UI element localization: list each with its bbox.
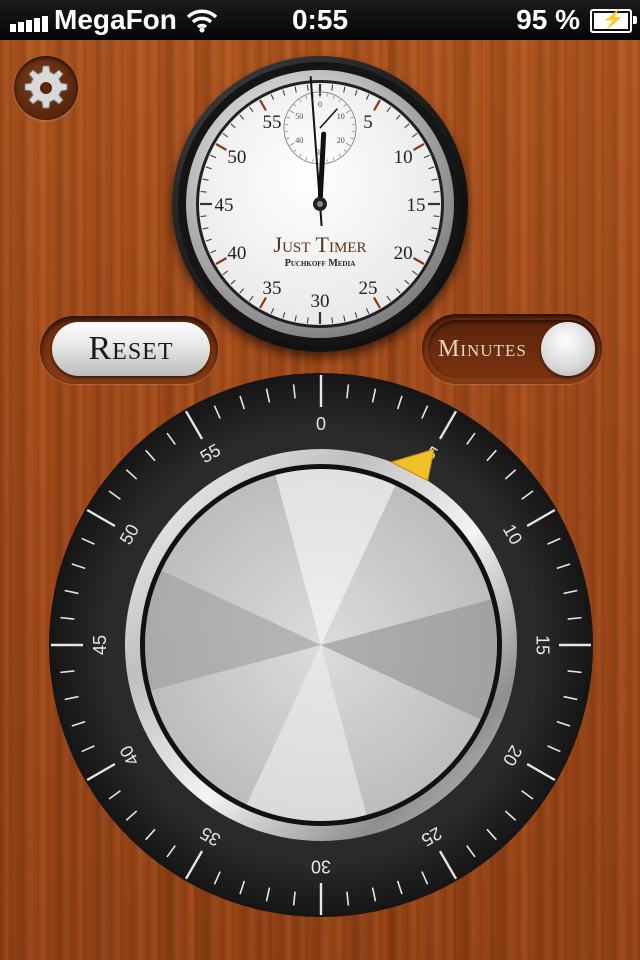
stopwatch-tick — [433, 190, 440, 193]
reset-button[interactable]: Reset — [52, 322, 210, 376]
battery-charging-icon: ⚡ — [590, 9, 637, 33]
stopwatch-label: 55 — [263, 112, 282, 133]
gear-icon — [24, 65, 68, 109]
stopwatch-label: 50 — [227, 147, 246, 168]
dial-label: 45 — [90, 635, 110, 655]
stopwatch-label: 40 — [227, 243, 246, 264]
stopwatch-label: 35 — [263, 278, 282, 299]
stopwatch-hub-cap — [317, 201, 323, 207]
stopwatch-sublabel: 0 — [318, 100, 322, 109]
minutes-toggle-knob[interactable] — [541, 322, 595, 376]
timer-dial[interactable]: 0510152025303540455055 — [47, 371, 595, 919]
stopwatch-brand: Just Timer — [274, 232, 367, 257]
stopwatch-label: 45 — [215, 195, 234, 216]
settings-button[interactable] — [14, 56, 78, 120]
stopwatch-label: 30 — [311, 291, 330, 312]
stopwatch-label: 15 — [407, 195, 426, 216]
dial-label: 0 — [316, 414, 326, 434]
stopwatch-label: 25 — [359, 278, 378, 299]
stopwatch-tick — [200, 190, 207, 193]
stopwatch-label: 10 — [394, 147, 413, 168]
stopwatch-label: 20 — [394, 243, 413, 264]
stopwatch-tick — [306, 84, 309, 91]
stopwatch-maker: Puchkoff Media — [285, 258, 356, 269]
stopwatch: 55 5 50 10 45 15 40 20 35 25 30 50 0 10 40 20 30 Just T… — [172, 56, 468, 352]
stopwatch-tick — [331, 317, 334, 324]
dial-label: 15 — [532, 635, 552, 655]
minutes-toggle-label: Minutes — [438, 336, 527, 362]
status-bar: MegaFon 0:55 95 % ⚡ — [0, 0, 640, 40]
dial-label: 30 — [311, 856, 331, 876]
stopwatch-sublabel: 50 — [295, 112, 303, 121]
stopwatch-sublabel: 20 — [337, 136, 345, 145]
stopwatch-tick — [433, 215, 440, 218]
battery-percent: 95 % — [516, 4, 580, 35]
stopwatch-tick — [306, 317, 309, 324]
stopwatch-sublabel: 10 — [337, 112, 345, 121]
stopwatch-tick — [331, 84, 334, 91]
stopwatch-label: 5 — [363, 112, 373, 133]
stopwatch-sublabel: 40 — [295, 136, 303, 145]
stopwatch-tick — [200, 215, 207, 218]
